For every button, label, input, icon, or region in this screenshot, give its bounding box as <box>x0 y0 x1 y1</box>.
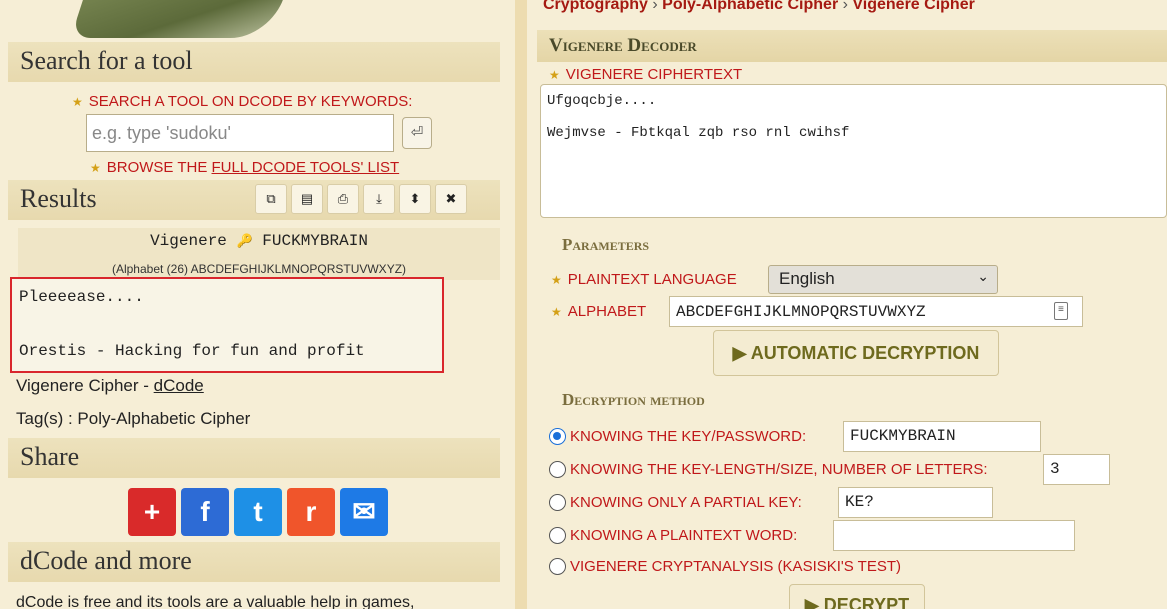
method-key-length[interactable]: KNOWING THE KEY-LENGTH/SIZE, NUMBER OF L… <box>549 461 988 478</box>
star-icon: ★ <box>549 68 560 82</box>
breadcrumb-cryptography[interactable]: Cryptography <box>543 0 648 13</box>
plus-icon[interactable]: + <box>128 488 176 536</box>
star-icon: ★ <box>551 305 562 319</box>
more-section-title: dCode and more <box>8 542 500 582</box>
alphabet-value: ABCDEFGHIJKLMNOPQRSTUVWXYZ <box>676 303 926 321</box>
facebook-icon[interactable]: f <box>181 488 229 536</box>
dcode-link[interactable]: dCode <box>154 376 204 395</box>
breadcrumb-sep: › <box>652 0 658 13</box>
method-plaintext-word[interactable]: KNOWING A PLAINTEXT WORD: <box>549 527 797 544</box>
search-section-title: Search for a tool <box>8 42 500 82</box>
search-input[interactable]: e.g. type 'sudoku' <box>86 114 394 152</box>
browse-row: ★ BROWSE THE FULL DCODE TOOLS' LIST <box>90 159 399 177</box>
star-icon: ★ <box>72 95 83 109</box>
decryption-method-title: Decryption method <box>562 390 705 409</box>
star-icon: ★ <box>551 273 562 287</box>
language-selected: English <box>779 269 835 288</box>
key-length-label: KNOWING THE KEY-LENGTH/SIZE, NUMBER OF L… <box>570 461 988 478</box>
results-toolbar: ⧉ ▤ ⎙ ⤓ ⬍ ✖ <box>255 184 467 214</box>
main-panel: Cryptography › Poly-Alphabetic Cipher › … <box>527 0 1167 609</box>
alphabet-label: ALPHABET <box>567 303 647 320</box>
share-section-title: Share <box>8 438 500 478</box>
radio-plaintext-word[interactable] <box>549 527 566 544</box>
language-label-row: ★ PLAINTEXT LANGUAGE <box>551 271 737 289</box>
keywords-label: SEARCH A TOOL ON DCODE BY KEYWORDS: <box>88 93 413 110</box>
twitter-icon[interactable]: t <box>234 488 282 536</box>
close-icon[interactable]: ✖ <box>435 184 467 214</box>
radio-key-length[interactable] <box>549 461 566 478</box>
result-title: Vigenere 🔑 FUCKMYBRAIN <box>18 232 500 250</box>
download-icon[interactable]: ⤓ <box>363 184 395 214</box>
more-text: dCode is free and its tools are a valuab… <box>16 594 415 609</box>
mail-icon[interactable]: ✉ <box>340 488 388 536</box>
partial-key-label: KNOWING ONLY A PARTIAL KEY: <box>570 494 802 511</box>
result-key: FUCKMYBRAIN <box>262 232 368 250</box>
keyboard-icon[interactable]: ≡ <box>1054 302 1068 320</box>
alphabet-input[interactable]: ABCDEFGHIJKLMNOPQRSTUVWXYZ ≡ <box>669 296 1083 327</box>
known-key-label: KNOWING THE KEY/PASSWORD: <box>570 428 807 445</box>
language-label: PLAINTEXT LANGUAGE <box>567 271 737 288</box>
breadcrumb-vigenere[interactable]: Vigenere Cipher <box>852 0 974 13</box>
automatic-decryption-button[interactable]: ▶ AUTOMATIC DECRYPTION <box>713 330 999 376</box>
decrypt-button[interactable]: ▶ DECRYPT <box>789 584 925 609</box>
key-icon: 🔑 <box>236 234 253 249</box>
alphabet-label-row: ★ ALPHABET <box>551 303 646 321</box>
method-known-key[interactable]: KNOWING THE KEY/PASSWORD: <box>549 428 806 445</box>
plaintext-word-label: KNOWING A PLAINTEXT WORD: <box>570 527 798 544</box>
radio-partial-key[interactable] <box>549 494 566 511</box>
share-buttons: + f t r ✉ <box>128 488 388 536</box>
column-divider <box>515 0 527 609</box>
plaintext-result-box: Pleeeease.... Orestis - Hacking for fun … <box>10 277 444 373</box>
radio-kasiski[interactable] <box>549 558 566 575</box>
chevron-down-icon: ⌄ <box>977 268 989 284</box>
search-enter-button[interactable]: ⏎ <box>402 117 432 149</box>
ciphertext-textarea[interactable]: Ufgoqcbje.... Wejmvse - Fbtkqal zqb rso … <box>540 84 1167 218</box>
partial-key-input[interactable]: KE? <box>838 487 993 518</box>
reddit-icon[interactable]: r <box>287 488 335 536</box>
cipher-name: Vigenere <box>150 232 227 250</box>
pin-icon[interactable]: ⬍ <box>399 184 431 214</box>
page-title-line: Vigenere Cipher - dCode <box>16 376 204 396</box>
breadcrumb-poly-alphabetic[interactable]: Poly-Alphabetic Cipher <box>662 0 838 13</box>
save-icon[interactable]: ▤ <box>291 184 323 214</box>
alphabet-note: (Alphabet (26) ABCDEFGHIJKLMNOPQRSTUVWXY… <box>111 262 407 276</box>
key-length-input[interactable]: 3 <box>1043 454 1110 485</box>
copy-icon[interactable]: ⧉ <box>255 184 287 214</box>
language-select[interactable]: English ⌄ <box>768 265 998 294</box>
plaintext-line-2: Orestis - Hacking for fun and profit <box>19 342 365 360</box>
ciphertext-label: VIGENERE CIPHERTEXT <box>565 66 743 83</box>
left-sidebar: Search for a tool ★ SEARCH A TOOL ON DCOD… <box>0 0 515 609</box>
result-header: Vigenere 🔑 FUCKMYBRAIN (Alphabet (26) AB… <box>18 228 500 280</box>
method-partial-key[interactable]: KNOWING ONLY A PARTIAL KEY: <box>549 494 802 511</box>
plaintext-word-input[interactable] <box>833 520 1075 551</box>
ciphertext-label-row: ★ VIGENERE CIPHERTEXT <box>549 66 742 84</box>
parameters-title: Parameters <box>562 235 650 254</box>
breadcrumb: Cryptography › Poly-Alphabetic Cipher › … <box>543 0 975 14</box>
enter-icon: ⏎ <box>410 124 424 141</box>
print-icon[interactable]: ⎙ <box>327 184 359 214</box>
header-image <box>70 0 290 38</box>
method-kasiski[interactable]: VIGENERE CRYPTANALYSIS (KASISKI'S TEST) <box>549 558 901 575</box>
panel-title: Vigenere Decoder <box>537 30 1167 62</box>
kasiski-label: VIGENERE CRYPTANALYSIS (KASISKI'S TEST) <box>570 558 902 575</box>
full-tools-list-link[interactable]: FULL DCODE TOOLS' LIST <box>212 159 400 176</box>
tags-line: Tag(s) : Poly-Alphabetic Cipher <box>16 409 251 428</box>
page-title-prefix: Vigenere Cipher - <box>16 376 154 395</box>
browse-prefix: BROWSE THE <box>106 159 212 176</box>
star-icon: ★ <box>90 161 101 175</box>
plaintext-line-1: Pleeeease.... <box>19 288 144 306</box>
breadcrumb-sep: › <box>842 0 848 13</box>
radio-known-key[interactable] <box>549 428 566 445</box>
known-key-input[interactable]: FUCKMYBRAIN <box>843 421 1041 452</box>
keywords-label-row: ★ SEARCH A TOOL ON DCODE BY KEYWORDS: <box>72 93 412 111</box>
